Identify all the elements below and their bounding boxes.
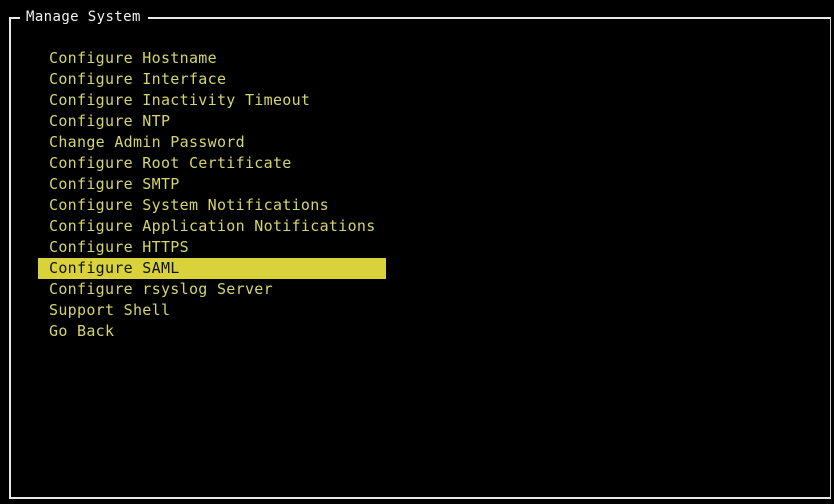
dialog-title: Manage System: [20, 7, 148, 27]
menu-item-configure-rsyslog-server[interactable]: Configure rsyslog Server: [38, 279, 386, 300]
menu-item-configure-application-notifications[interactable]: Configure Application Notifications: [38, 216, 386, 237]
menu-item-configure-smtp[interactable]: Configure SMTP: [38, 174, 386, 195]
menu-item-configure-root-certificate[interactable]: Configure Root Certificate: [38, 153, 386, 174]
menu-item-configure-ntp[interactable]: Configure NTP: [38, 111, 386, 132]
menu-list: Configure Hostname Configure Interface C…: [38, 48, 386, 342]
menu-item-go-back[interactable]: Go Back: [38, 321, 386, 342]
menu-item-configure-inactivity-timeout[interactable]: Configure Inactivity Timeout: [38, 90, 386, 111]
menu-item-configure-https[interactable]: Configure HTTPS: [38, 237, 386, 258]
menu-item-change-admin-password[interactable]: Change Admin Password: [38, 132, 386, 153]
menu-item-configure-system-notifications[interactable]: Configure System Notifications: [38, 195, 386, 216]
menu-item-support-shell[interactable]: Support Shell: [38, 300, 386, 321]
menu-item-configure-interface[interactable]: Configure Interface: [38, 69, 386, 90]
menu-item-configure-hostname[interactable]: Configure Hostname: [38, 48, 386, 69]
menu-item-configure-saml[interactable]: Configure SAML: [38, 258, 386, 279]
